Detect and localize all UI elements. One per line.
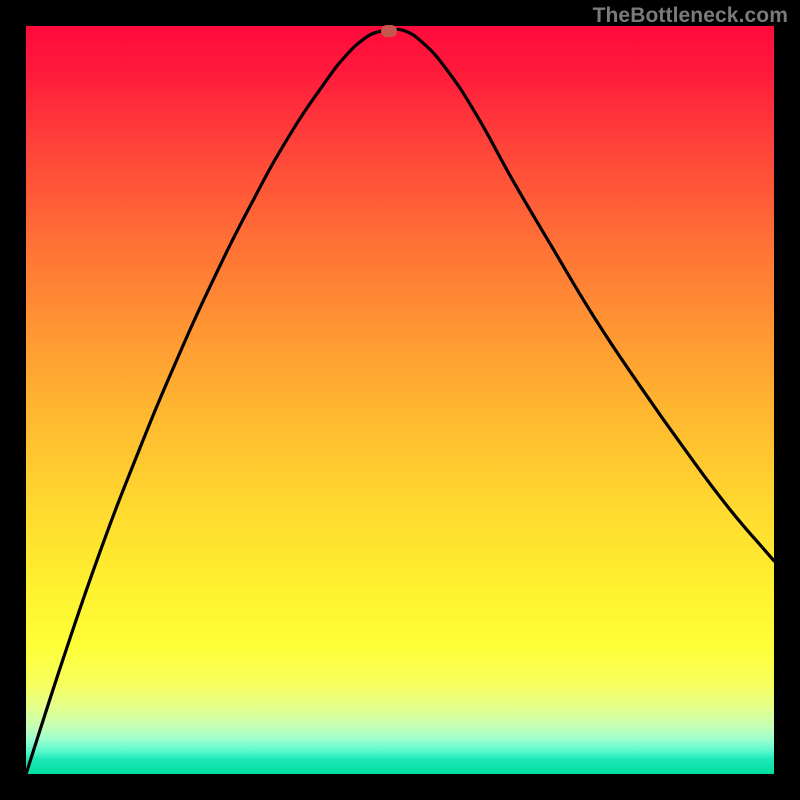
chart-frame: TheBottleneck.com	[0, 0, 800, 800]
optimal-point-marker	[381, 25, 397, 37]
bottleneck-curve	[26, 26, 774, 774]
watermark-text: TheBottleneck.com	[593, 4, 788, 28]
plot-area	[26, 26, 774, 774]
